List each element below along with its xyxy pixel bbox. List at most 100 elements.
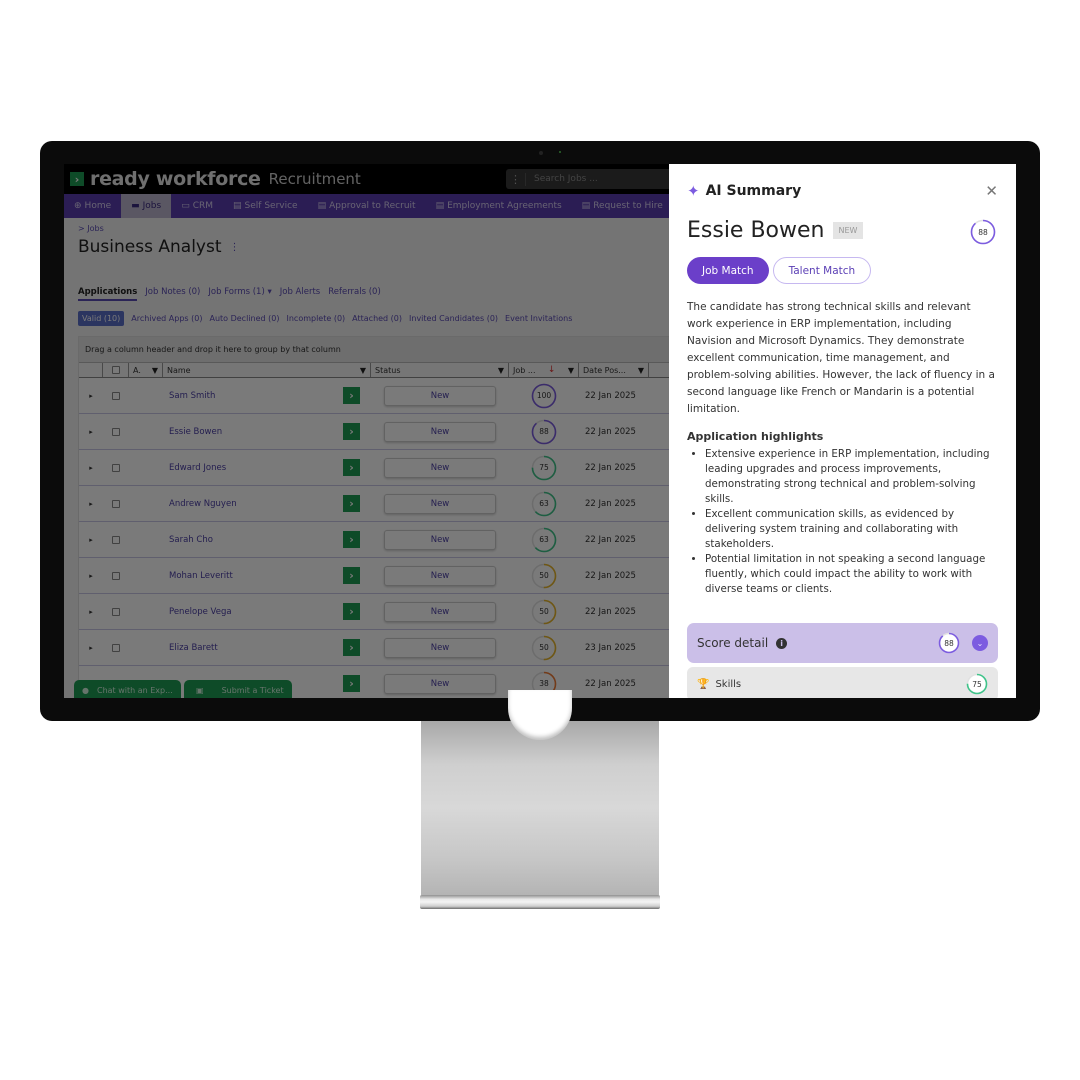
search-input[interactable]: Search Jobs ... — [526, 174, 598, 184]
info-icon[interactable]: i — [776, 637, 788, 649]
filter-icon[interactable]: ▼ — [360, 366, 366, 375]
chevron-down-icon[interactable]: ⌄ — [972, 635, 988, 651]
search-menu-icon[interactable]: ⋮ — [506, 172, 526, 186]
filter-icon[interactable]: ▼ — [498, 366, 504, 375]
candidate-name-link[interactable]: Mohan Leveritt — [163, 571, 343, 581]
nav-item-employment-agreements[interactable]: ▤ Employment Agreements — [426, 194, 572, 218]
cell-status: New — [371, 565, 509, 586]
nav-item-self-service[interactable]: ▤ Self Service — [223, 194, 308, 218]
header-job-score[interactable]: Job ... ↓ ▼ — [509, 363, 579, 377]
row-select[interactable] — [103, 607, 129, 616]
open-candidate-icon[interactable]: › — [343, 459, 360, 476]
row-select[interactable] — [103, 571, 129, 580]
row-select[interactable] — [103, 499, 129, 508]
row-select[interactable] — [103, 463, 129, 472]
status-button[interactable]: New — [384, 637, 496, 658]
candidate-name-link[interactable]: Penelope Vega — [163, 607, 343, 617]
subtab-attached[interactable]: Attached (0) — [352, 314, 402, 323]
score-value: 88 — [978, 227, 988, 237]
tab-job-notes[interactable]: Job Notes (0) — [145, 287, 200, 301]
open-candidate-icon[interactable]: › — [343, 387, 360, 404]
subtab-valid[interactable]: Valid (10) — [78, 311, 125, 326]
expand-row-icon[interactable]: ▸ — [79, 536, 103, 544]
nav-item-crm[interactable]: ▭ CRM — [171, 194, 223, 218]
nav-item-jobs[interactable]: ▬ Jobs — [121, 194, 172, 218]
row-checkbox[interactable] — [112, 427, 120, 436]
open-candidate-icon[interactable]: › — [343, 639, 360, 656]
score-skills[interactable]: 🏆 Skills 75 — [687, 667, 998, 698]
header-select-all[interactable] — [103, 363, 129, 377]
expand-row-icon[interactable]: ▸ — [79, 608, 103, 616]
kebab-menu-icon[interactable]: ⋮ — [230, 242, 240, 253]
nav-item-request-to-hire[interactable]: ▤ Request to Hire — [572, 194, 673, 218]
row-checkbox[interactable] — [112, 643, 120, 652]
panel-header: ✦ AI Summary — [687, 182, 998, 200]
candidate-name-link[interactable]: Sarah Cho — [163, 535, 343, 545]
list-icon: ▤ — [581, 201, 591, 211]
select-all-checkbox[interactable] — [111, 366, 120, 374]
subtab-archived-apps[interactable]: Archived Apps (0) — [131, 314, 202, 323]
expand-row-icon[interactable]: ▸ — [79, 428, 103, 436]
header-name[interactable]: Name ▼ — [163, 363, 371, 377]
subtab-event-invitations[interactable]: Event Invitations — [505, 314, 572, 323]
status-button[interactable]: New — [384, 385, 496, 406]
row-checkbox[interactable] — [112, 535, 120, 544]
expand-row-icon[interactable]: ▸ — [79, 392, 103, 400]
filter-icon[interactable]: ▼ — [152, 366, 158, 375]
status-button[interactable]: New — [384, 457, 496, 478]
candidate-name-link[interactable]: Eliza Barett — [163, 643, 343, 653]
header-date-posted[interactable]: Date Pos... ▼ — [579, 363, 649, 377]
sort-desc-icon[interactable]: ↓ — [548, 365, 556, 375]
tab-referrals[interactable]: Referrals (0) — [328, 287, 381, 301]
filter-icon[interactable]: ▼ — [638, 366, 644, 375]
score-detail-label: Score detail — [697, 636, 769, 650]
header-a[interactable]: A. ▼ — [129, 363, 163, 377]
status-button[interactable]: New — [384, 673, 496, 694]
open-candidate-icon[interactable]: › — [343, 531, 360, 548]
row-checkbox[interactable] — [112, 607, 120, 616]
row-checkbox[interactable] — [112, 499, 120, 508]
status-button[interactable]: New — [384, 421, 496, 442]
tab-applications[interactable]: Applications — [78, 287, 138, 301]
tab-talent-match[interactable]: Talent Match — [772, 257, 872, 284]
subtab-auto-declined[interactable]: Auto Declined (0) — [209, 314, 279, 323]
candidate-name-link[interactable]: Edward Jones — [163, 463, 343, 473]
candidate-name-link[interactable]: Sam Smith — [163, 391, 343, 401]
expand-row-icon[interactable]: ▸ — [79, 464, 103, 472]
subtab-incomplete[interactable]: Incomplete (0) — [286, 314, 345, 323]
candidate-name-link[interactable]: Essie Bowen — [163, 427, 343, 437]
nav-item-approval-to-recruit[interactable]: ▤ Approval to Recruit — [308, 194, 426, 218]
row-checkbox[interactable] — [112, 391, 120, 400]
open-candidate-icon[interactable]: › — [343, 675, 360, 692]
status-button[interactable]: New — [384, 529, 496, 550]
open-candidate-icon[interactable]: › — [343, 423, 360, 440]
open-candidate-icon[interactable]: › — [343, 603, 360, 620]
tab-job-match[interactable]: Job Match — [687, 257, 769, 284]
nav-item-home[interactable]: ⊕ Home — [64, 194, 121, 218]
row-select[interactable] — [103, 391, 129, 400]
submit-ticket-button[interactable]: ▣ Submit a Ticket — [184, 680, 292, 698]
open-candidate-icon[interactable]: › — [343, 567, 360, 584]
chat-expert-button[interactable]: ● Chat with an Exp... — [74, 680, 181, 698]
tab-job-forms[interactable]: Job Forms (1) ▾ — [208, 287, 271, 301]
tab-job-alerts[interactable]: Job Alerts — [280, 287, 320, 301]
candidate-name-link[interactable]: Andrew Nguyen — [163, 499, 343, 509]
row-checkbox[interactable] — [112, 463, 120, 472]
subtab-invited-candidates[interactable]: Invited Candidates (0) — [409, 314, 498, 323]
filter-icon[interactable]: ▼ — [568, 366, 574, 375]
expand-row-icon[interactable]: ▸ — [79, 572, 103, 580]
score-detail-card[interactable]: Score detail i 88 ⌄ — [687, 623, 998, 663]
status-button[interactable]: New — [384, 601, 496, 622]
open-candidate-icon[interactable]: › — [343, 495, 360, 512]
status-button[interactable]: New — [384, 565, 496, 586]
row-select[interactable] — [103, 427, 129, 436]
header-status[interactable]: Status ▼ — [371, 363, 509, 377]
row-checkbox[interactable] — [112, 571, 120, 580]
close-icon[interactable]: ✕ — [985, 182, 998, 200]
search-jobs[interactable]: ⋮ Search Jobs ... — [506, 169, 686, 189]
expand-row-icon[interactable]: ▸ — [79, 644, 103, 652]
status-button[interactable]: New — [384, 493, 496, 514]
row-select[interactable] — [103, 643, 129, 652]
expand-row-icon[interactable]: ▸ — [79, 500, 103, 508]
row-select[interactable] — [103, 535, 129, 544]
